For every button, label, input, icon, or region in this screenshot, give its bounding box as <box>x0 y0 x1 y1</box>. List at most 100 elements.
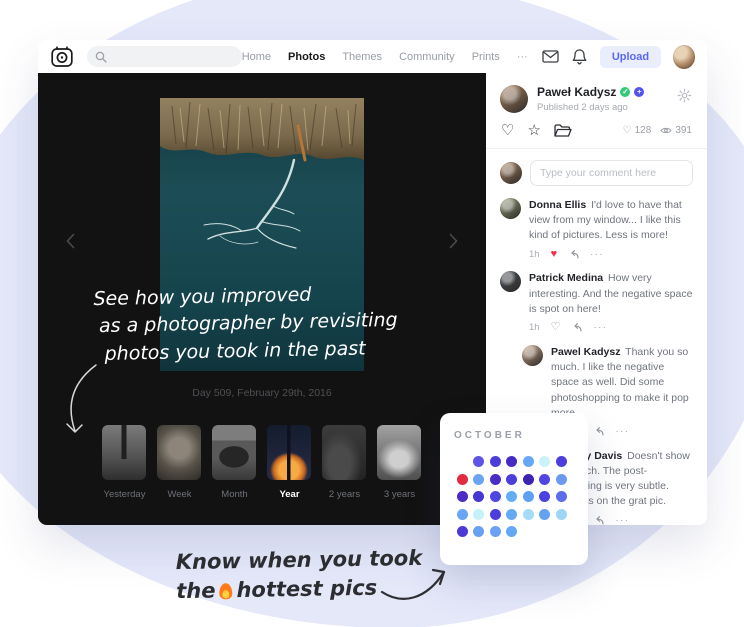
commenter-avatar[interactable] <box>522 345 543 366</box>
calendar-day-dot[interactable] <box>473 456 484 467</box>
calendar-day-dot[interactable] <box>506 491 517 502</box>
next-photo-chevron[interactable] <box>445 229 462 256</box>
calendar-day-dot[interactable] <box>523 474 534 485</box>
calendar-day-dot[interactable] <box>556 456 567 467</box>
calendar-day-dot[interactable] <box>473 526 484 537</box>
timeline-thumb-3-years[interactable]: 3 years <box>377 425 422 500</box>
commenter-name[interactable]: Pawel Kadysz <box>551 346 620 358</box>
favorite-star-icon[interactable]: ☆ <box>527 123 540 138</box>
calendar-day-dot[interactable] <box>490 474 501 485</box>
thumbnail-label: 2 years <box>322 489 367 500</box>
previous-photo-chevron[interactable] <box>62 229 79 256</box>
nav-item-themes[interactable]: Themes <box>342 51 382 63</box>
comment-reply-icon[interactable] <box>593 427 604 436</box>
published-time: Published 2 days ago <box>537 102 644 113</box>
calendar-day-dot[interactable] <box>473 491 484 502</box>
comment-more-icon[interactable]: ··· <box>593 321 607 335</box>
calendar-day-dot[interactable] <box>556 474 567 485</box>
comment-more-icon[interactable]: ··· <box>615 425 629 439</box>
calendar-day-dot[interactable] <box>473 509 484 520</box>
author-header: Paweł Kadysz ✓ + Published 2 days ago <box>486 73 707 121</box>
nav-item-community[interactable]: Community <box>399 51 455 63</box>
eye-icon <box>660 126 672 135</box>
timeline-thumb-yesterday[interactable]: Yesterday <box>102 425 147 500</box>
calendar-day-dot[interactable] <box>523 509 534 520</box>
thumbnail-image[interactable] <box>212 425 256 480</box>
thumbnail-image[interactable] <box>377 425 421 480</box>
calendar-day-dot[interactable] <box>457 509 468 520</box>
calendar-day-dot[interactable] <box>539 456 550 467</box>
calendar-day-dot[interactable] <box>539 491 550 502</box>
photo-actions-row: ♡ ☆ ♡ 128 <box>486 121 707 149</box>
calendar-day-dot[interactable] <box>539 509 550 520</box>
tookapic-logo-icon[interactable] <box>50 45 74 69</box>
calendar-day-dot[interactable] <box>523 456 534 467</box>
calendar-day-dot[interactable] <box>457 474 468 485</box>
fire-icon <box>219 584 232 600</box>
timeline-thumb-week[interactable]: Week <box>157 425 202 500</box>
timeline-thumb-2-years[interactable]: 2 years <box>322 425 367 500</box>
timeline-thumb-year[interactable]: Year <box>267 425 312 500</box>
curved-arrow-up-icon <box>378 558 456 611</box>
like-heart-icon[interactable]: ♡ <box>501 123 514 138</box>
calendar-day-dot[interactable] <box>506 509 517 520</box>
notifications-bell-icon[interactable] <box>572 48 587 65</box>
nav-item-[interactable]: ··· <box>517 51 528 63</box>
heart-count-icon: ♡ <box>623 125 632 136</box>
calendar-day-dot[interactable] <box>556 509 567 520</box>
calendar-day-dot[interactable] <box>473 474 484 485</box>
thumbnail-image[interactable] <box>322 425 366 480</box>
calendar-day-dot[interactable] <box>556 491 567 502</box>
calendar-day-dot[interactable] <box>490 456 501 467</box>
plus-badge-icon: + <box>634 87 644 97</box>
search-input[interactable] <box>112 50 234 64</box>
author-avatar[interactable] <box>500 85 528 113</box>
comment-reply-icon[interactable] <box>571 323 582 332</box>
calendar-day-dot[interactable] <box>506 474 517 485</box>
comment-more-icon[interactable]: ··· <box>590 248 604 262</box>
comment-input[interactable] <box>530 160 693 186</box>
search-bar[interactable] <box>87 46 242 67</box>
messages-icon[interactable] <box>542 50 559 63</box>
calendar-day-dot[interactable] <box>506 526 517 537</box>
page: Home Photos Themes Community Prints ··· Uploa… <box>0 0 744 627</box>
calendar-day-dot[interactable] <box>523 491 534 502</box>
comment-like-heart-icon[interactable]: ♥ <box>551 249 558 260</box>
photo-viewer: See how you improved as a photographer b… <box>38 73 486 525</box>
calendar-day-dot[interactable] <box>490 491 501 502</box>
calendar-day-dot[interactable] <box>539 474 550 485</box>
photo-day-caption: Day 509, February 29th, 2016 <box>38 387 486 399</box>
calendar-day-dot[interactable] <box>490 526 501 537</box>
thumbnail-label: Year <box>267 489 312 500</box>
thumbnail-label: Month <box>212 489 257 500</box>
calendar-day-dot[interactable] <box>457 491 468 502</box>
likes-count: ♡ 128 <box>623 125 652 136</box>
upload-button[interactable]: Upload <box>600 46 661 68</box>
calendar-month-title: OCTOBER <box>454 430 574 441</box>
add-to-collection-folder-icon[interactable] <box>554 124 572 138</box>
app-window: Home Photos Themes Community Prints ··· Uploa… <box>38 40 707 525</box>
calendar-day-dot[interactable] <box>457 526 468 537</box>
commenter-name[interactable]: Patrick Medina <box>529 272 603 284</box>
commenter-avatar[interactable] <box>500 271 521 292</box>
user-avatar[interactable] <box>673 45 695 69</box>
nav-items: Home Photos Themes Community Prints ··· <box>242 51 528 63</box>
thumbnail-image[interactable] <box>267 425 311 480</box>
comment-like-heart-icon[interactable]: ♡ <box>551 322 561 333</box>
commenter-name[interactable]: Donna Ellis <box>529 199 586 211</box>
timeline-thumb-month[interactable]: Month <box>212 425 257 500</box>
calendar-day-dot[interactable] <box>506 456 517 467</box>
comment-more-icon[interactable]: ··· <box>615 514 629 525</box>
curved-arrow-down-icon <box>62 363 102 443</box>
nav-item-home[interactable]: Home <box>242 51 271 63</box>
calendar-day-dot[interactable] <box>490 509 501 520</box>
nav-item-photos[interactable]: Photos <box>288 51 325 63</box>
comment-reply-icon[interactable] <box>593 516 604 525</box>
author-name[interactable]: Paweł Kadysz <box>537 85 616 99</box>
thumbnail-image[interactable] <box>157 425 201 480</box>
comment-reply-icon[interactable] <box>568 250 579 259</box>
gear-icon[interactable] <box>675 86 694 108</box>
thumbnail-image[interactable] <box>102 425 146 480</box>
commenter-avatar[interactable] <box>500 198 521 219</box>
nav-item-prints[interactable]: Prints <box>472 51 500 63</box>
